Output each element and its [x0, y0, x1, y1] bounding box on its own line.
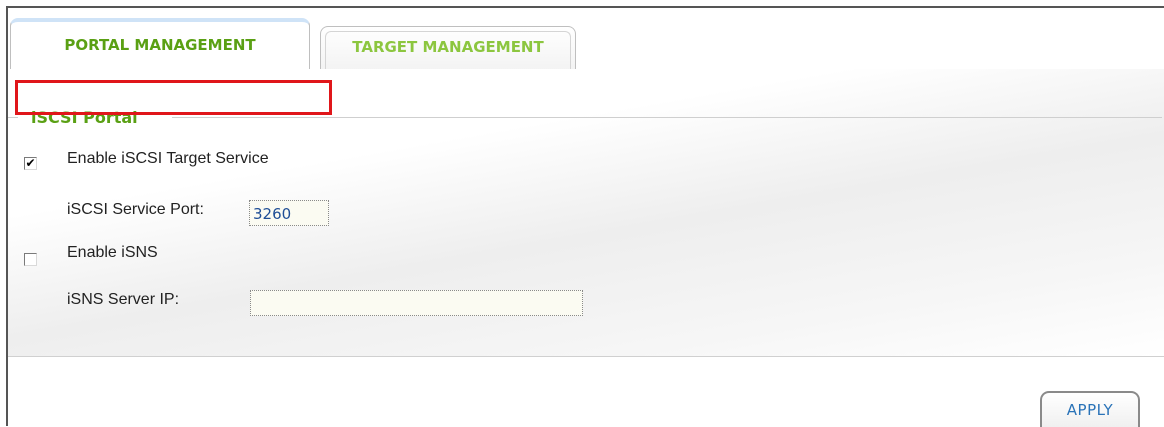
enable-isns-checkbox[interactable] [24, 253, 37, 266]
iscsi-service-port-input[interactable]: 3260 [249, 200, 329, 226]
iscsi-service-port-label: iSCSI Service Port: [67, 201, 204, 218]
tab-portal-management-label: PORTAL MANAGEMENT [64, 36, 256, 54]
highlight-box [15, 80, 332, 115]
tab-portal-management[interactable]: PORTAL MANAGEMENT [10, 18, 310, 71]
tab-bar: PORTAL MANAGEMENT TARGET MANAGEMENT [8, 8, 1164, 71]
enable-iscsi-target-checkbox[interactable]: ✔ [24, 157, 37, 170]
isns-server-ip-input[interactable] [250, 290, 583, 316]
fieldset-border-left [8, 117, 18, 118]
tab-target-management-label: TARGET MANAGEMENT [352, 38, 544, 56]
fieldset-border-right [172, 117, 1162, 118]
enable-iscsi-target-label: Enable iSCSI Target Service [67, 150, 269, 167]
isns-server-ip-label: iSNS Server IP: [67, 291, 180, 308]
enable-isns-label: Enable iSNS [67, 244, 158, 261]
tab-target-management[interactable]: TARGET MANAGEMENT [320, 26, 576, 70]
apply-button[interactable]: APPLY [1040, 391, 1140, 427]
